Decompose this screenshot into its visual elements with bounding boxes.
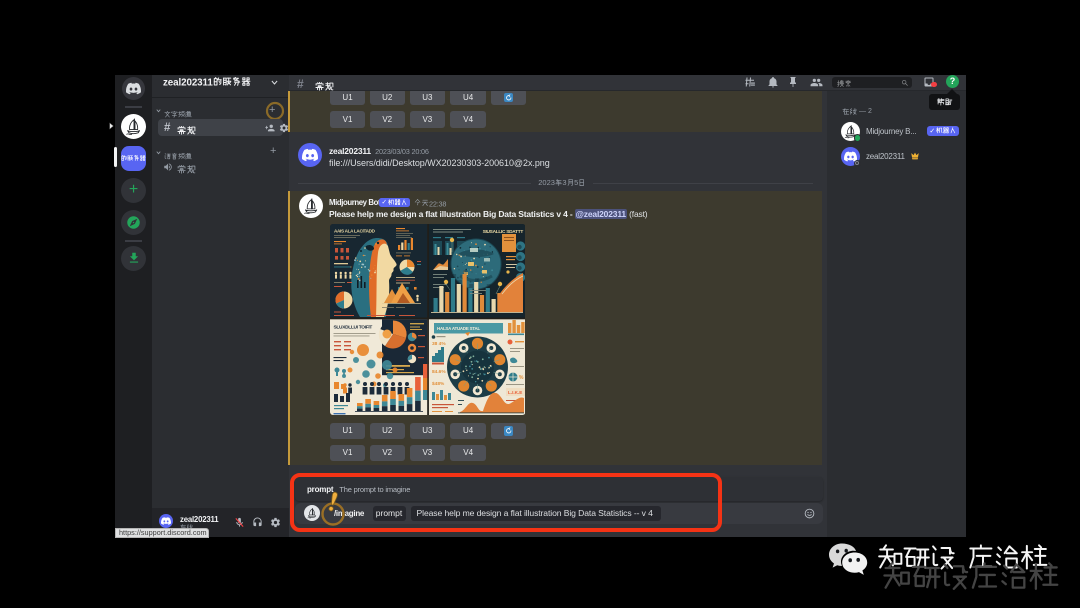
svg-text:AAIS ALA LACITADD: AAIS ALA LACITADD [334,228,376,233]
svg-text:%: % [519,375,524,381]
svg-text:84.6%: 84.6% [432,369,446,375]
svg-text:$48%: $48% [432,381,445,387]
svg-text:L.I.K.E: L.I.K.E [508,390,522,395]
svg-text:38 4%: 38 4% [432,341,446,347]
svg-text:SLUXDLLUI TOIFIT: SLUXDLLUI TOIFIT [333,324,372,330]
svg-text:HALSA ATUADE STAL: HALSA ATUADE STAL [437,326,480,331]
